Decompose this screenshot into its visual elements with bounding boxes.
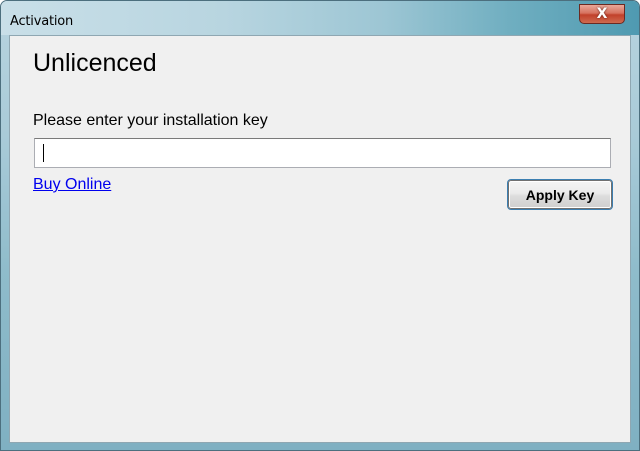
dialog-content (9, 35, 631, 443)
title-bar[interactable]: Activation X (1, 1, 639, 35)
text-caret (43, 144, 44, 162)
license-status-heading: Unlicenced (33, 49, 157, 77)
window-title: Activation (10, 14, 74, 29)
close-icon: X (596, 6, 608, 22)
installation-key-label: Please enter your installation key (33, 112, 268, 129)
buy-online-link[interactable]: Buy Online (33, 176, 111, 194)
close-button[interactable]: X (579, 4, 625, 24)
installation-key-input[interactable] (34, 138, 611, 168)
apply-key-button[interactable]: Apply Key (508, 180, 612, 209)
